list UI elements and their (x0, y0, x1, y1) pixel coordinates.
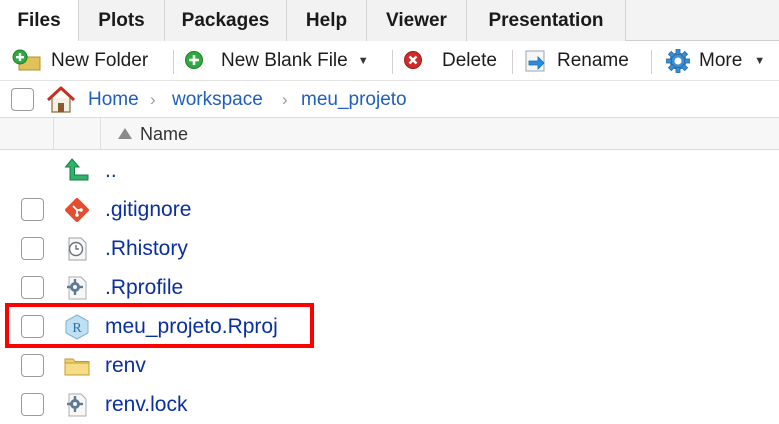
history-icon (64, 236, 90, 262)
tab-files[interactable]: Files (0, 0, 79, 42)
breadcrumb-item-meu-projeto[interactable]: meu_projeto (301, 81, 407, 118)
rename-icon (523, 49, 549, 73)
file-checkbox[interactable] (21, 393, 44, 416)
highlight-box (5, 303, 314, 348)
gear-icon (665, 48, 691, 74)
rename-button[interactable]: Rename (523, 41, 629, 81)
header-icon-col (54, 118, 101, 150)
file-row-rprofile[interactable]: .Rprofile (0, 268, 779, 307)
new-folder-label: New Folder (51, 50, 149, 71)
file-checkbox[interactable] (21, 354, 44, 377)
file-list-header: Name (0, 118, 779, 150)
new-folder-button[interactable]: New Folder (12, 41, 148, 81)
more-button[interactable]: More ▼ (665, 41, 765, 81)
toolbar-divider (512, 50, 513, 74)
tab-plots[interactable]: Plots (79, 0, 165, 41)
chevron-down-icon: ▼ (357, 55, 369, 67)
file-name-link[interactable]: .. (105, 151, 117, 190)
breadcrumb-home[interactable]: Home (88, 81, 139, 118)
file-checkbox[interactable] (21, 237, 44, 260)
name-column-label: Name (140, 124, 189, 144)
file-name-link[interactable]: renv.lock (105, 385, 187, 424)
tab-help[interactable]: Help (287, 0, 367, 41)
file-name-link[interactable]: .Rprofile (105, 268, 183, 307)
select-all-checkbox[interactable] (11, 88, 34, 111)
breadcrumb: Home › workspace › meu_projeto (0, 81, 779, 118)
file-row-rhistory[interactable]: .Rhistory (0, 229, 779, 268)
toolbar-divider (173, 50, 174, 74)
file-checkbox[interactable] (21, 276, 44, 299)
breadcrumb-separator-icon: › (150, 90, 156, 109)
delete-label: Delete (442, 50, 497, 71)
tab-viewer[interactable]: Viewer (367, 0, 467, 41)
file-row-gitignore[interactable]: .gitignore (0, 190, 779, 229)
file-row-renv-lock[interactable]: renv.lock (0, 385, 779, 424)
file-name-link[interactable]: renv (105, 346, 146, 385)
home-icon[interactable] (45, 86, 77, 114)
tab-packages[interactable]: Packages (165, 0, 287, 41)
file-name-link[interactable]: .gitignore (105, 190, 191, 229)
file-name-link[interactable]: .Rhistory (105, 229, 188, 268)
file-checkbox[interactable] (21, 198, 44, 221)
new-blank-file-button[interactable]: New Blank File ▼ (184, 41, 369, 81)
git-icon (64, 197, 90, 223)
tab-presentation[interactable]: Presentation (467, 0, 626, 41)
file-row-renv[interactable]: renv (0, 346, 779, 385)
toolbar-divider (392, 50, 393, 74)
name-column-header[interactable]: Name (118, 118, 318, 150)
chevron-down-icon: ▼ (754, 55, 766, 67)
new-file-icon (184, 50, 204, 72)
more-label: More (699, 50, 743, 71)
new-blank-file-label: New Blank File (221, 50, 348, 71)
up-arrow-icon (64, 156, 90, 182)
file-row-parent[interactable]: .. (0, 151, 779, 190)
folder-icon (63, 353, 90, 379)
gear-file-icon (64, 392, 90, 418)
new-folder-icon (12, 49, 44, 73)
rename-label: Rename (557, 50, 629, 71)
breadcrumb-separator-icon: › (282, 90, 288, 109)
header-checkbox-col (0, 118, 54, 150)
gear-file-icon (64, 275, 90, 301)
breadcrumb-item-workspace[interactable]: workspace (172, 81, 263, 118)
delete-button[interactable]: Delete (403, 41, 497, 81)
sort-ascending-icon (118, 128, 132, 139)
pane-tabbar: Files Plots Packages Help Viewer Present… (0, 0, 779, 42)
delete-icon (403, 50, 423, 72)
toolbar-divider (651, 50, 652, 74)
files-toolbar: New Folder New Blank File ▼ Delete Renam… (0, 41, 779, 81)
